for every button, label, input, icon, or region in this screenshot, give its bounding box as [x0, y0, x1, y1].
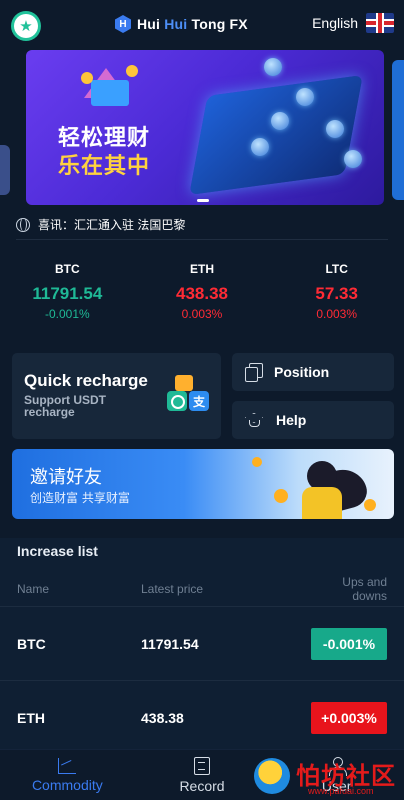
change-badge: -0.001% — [311, 627, 387, 660]
nav-record-label: Record — [179, 777, 225, 794]
invite-subtitle: 创造财富 共享财富 — [30, 491, 130, 505]
coin-illustration — [364, 499, 376, 511]
wechat-pay-icon — [167, 391, 187, 411]
uk-flag-icon — [366, 13, 394, 33]
coin-illustration — [296, 88, 314, 106]
coin-illustration — [274, 489, 288, 503]
ticker-price: 438.38 — [176, 284, 228, 303]
change-badge: +0.003% — [311, 701, 387, 734]
help-button[interactable]: Help — [232, 401, 394, 439]
invite-title: 邀请好友 — [30, 467, 102, 488]
banner-slide[interactable]: 轻松理财 乐在其中 — [26, 50, 384, 205]
header-price: Latest price — [141, 582, 204, 596]
help-label: Help — [276, 412, 307, 428]
gold-coin-illustration — [126, 65, 138, 77]
banner-line2: 乐在其中 — [58, 154, 151, 179]
list-header: Name Latest price Ups and downs — [0, 572, 404, 606]
ticker-symbol: LTC — [325, 262, 348, 276]
notice-text: 喜讯：汇汇通入驻 法国巴黎 — [38, 218, 186, 232]
language-selector[interactable]: English — [312, 13, 394, 33]
ticker-price: 11791.54 — [32, 284, 103, 303]
row-name: ETH — [17, 709, 45, 726]
ticker-ltc[interactable]: LTC 57.33 0.003% — [269, 262, 404, 321]
brand: H Hui Hui Tong FX — [115, 15, 248, 33]
increase-list: Name Latest price Ups and downs BTC 1179… — [0, 572, 404, 754]
header-name: Name — [17, 582, 50, 596]
quick-recharge-card[interactable]: Quick recharge Support USDT recharge 支 — [12, 353, 221, 439]
coin-illustration — [251, 138, 269, 156]
coin-illustration — [264, 58, 282, 76]
header: ★ H Hui Hui Tong FX English — [0, 0, 404, 50]
gold-coin-illustration — [81, 72, 93, 84]
table-row[interactable]: ETH 438.38 +0.003% — [0, 680, 404, 754]
row-price: 438.38 — [141, 709, 184, 726]
ticker-change: 0.003% — [316, 307, 358, 321]
row-price: 11791.54 — [141, 635, 199, 652]
position-button[interactable]: Position — [232, 353, 394, 391]
copy-icon — [244, 363, 263, 382]
coin-illustration — [344, 150, 362, 168]
brand-name-part1: Hui — [137, 16, 165, 32]
carousel-indicator — [197, 199, 209, 202]
brand-name-part3: Tong FX — [187, 16, 248, 32]
card-icon — [175, 375, 193, 391]
banner-carousel[interactable]: 轻松理财 乐在其中 — [0, 50, 404, 205]
brand-logo-icon: H — [115, 15, 131, 33]
graduation-cap-icon — [244, 412, 264, 428]
ticker-change: 0.003% — [181, 307, 223, 321]
record-icon — [194, 756, 210, 775]
header-change: Ups and downs — [342, 575, 387, 603]
watermark-logo-icon — [254, 758, 290, 794]
brand-name-part2: Hui — [164, 16, 188, 32]
ticker-symbol: BTC — [55, 262, 80, 276]
banner-next-slide[interactable] — [392, 60, 404, 200]
quick-recharge-title: Quick recharge — [24, 371, 148, 390]
nav-commodity[interactable]: Commodity — [0, 750, 135, 800]
invite-friends-banner[interactable]: 邀请好友 创造财富 共享财富 — [12, 449, 394, 519]
ticker-change: -0.001% — [44, 307, 90, 321]
quick-recharge-subtitle: Support USDT recharge — [24, 393, 106, 419]
nav-commodity-label: Commodity — [31, 776, 103, 793]
app-logo-button[interactable]: ★ — [11, 11, 41, 41]
coin-illustration — [252, 457, 262, 467]
notice-bar[interactable]: 喜讯：汇汇通入驻 法国巴黎 — [16, 210, 388, 240]
coin-illustration — [271, 112, 289, 130]
row-name: BTC — [17, 635, 46, 652]
language-label: English — [312, 15, 358, 31]
ticker-price: 57.33 — [315, 284, 358, 303]
ticker-btc[interactable]: BTC 11791.54 -0.001% — [0, 262, 135, 321]
increase-list-title: Increase list — [0, 538, 404, 572]
ticker-symbol: ETH — [190, 262, 214, 276]
star-icon: ★ — [14, 14, 38, 38]
brand-logo-letter: H — [119, 18, 127, 30]
position-label: Position — [274, 364, 330, 380]
ticker-eth[interactable]: ETH 438.38 0.003% — [135, 262, 270, 321]
watermark-url: www.pafuai.com — [308, 786, 374, 796]
watermark: 怕坊社区 www.pafuai.com — [248, 752, 404, 800]
chart-icon — [58, 757, 77, 774]
girl-illustration-body — [302, 487, 342, 519]
alipay-icon: 支 — [189, 391, 209, 411]
globe-icon — [16, 217, 30, 232]
ticker-strip: BTC 11791.54 -0.001% ETH 438.38 0.003% L… — [0, 262, 404, 321]
coin-illustration — [326, 120, 344, 138]
table-row[interactable]: BTC 11791.54 -0.001% — [0, 606, 404, 680]
payment-icons: 支 — [167, 375, 213, 417]
banner-prev-slide[interactable] — [0, 145, 10, 195]
brand-name: Hui Hui Tong FX — [137, 16, 248, 32]
banner-card-illustration — [91, 80, 129, 106]
